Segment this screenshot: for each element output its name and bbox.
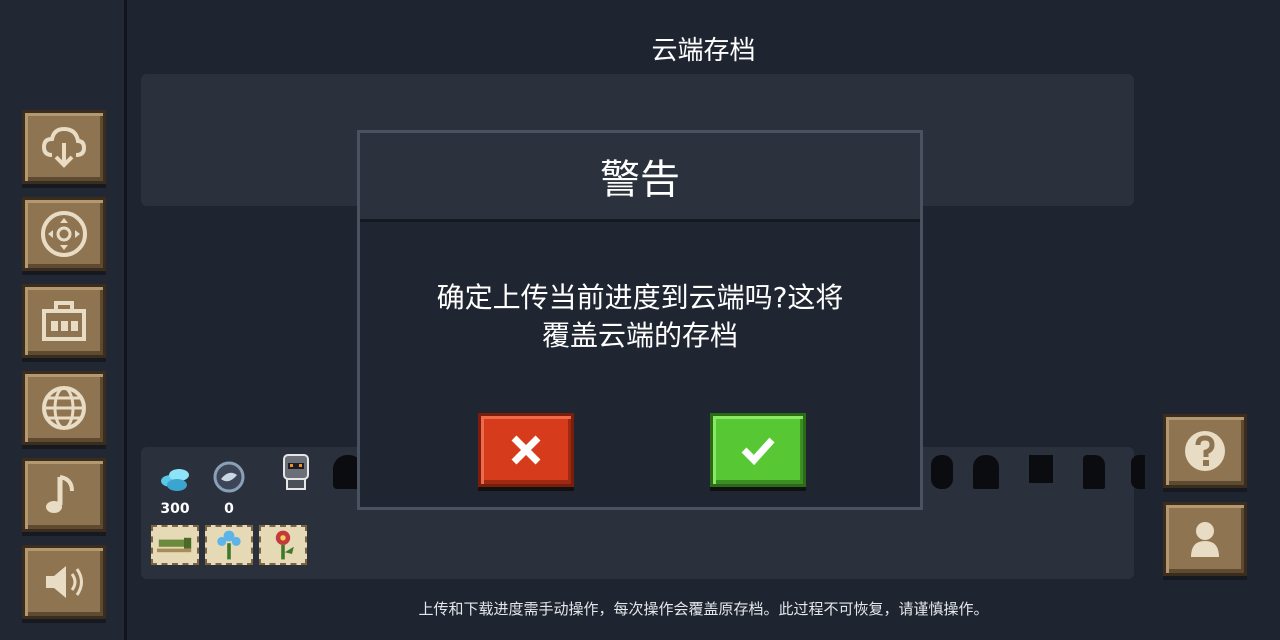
- token-count: 0: [224, 501, 234, 517]
- help-icon: [1185, 431, 1225, 471]
- locked-character-silhouette: [1131, 455, 1145, 489]
- plant-card: [259, 525, 307, 565]
- sound-button[interactable]: [22, 545, 106, 619]
- dialog-message-line: 覆盖云端的存档: [541, 319, 738, 352]
- toolbox-button[interactable]: [22, 284, 106, 358]
- fish-token-icon: [213, 461, 245, 493]
- gem-count: 300: [160, 501, 190, 517]
- controls-button[interactable]: [22, 197, 106, 271]
- locked-character-silhouette: [1083, 455, 1105, 489]
- speaker-icon: [46, 566, 83, 598]
- page-title: 云端存档: [651, 36, 756, 66]
- gem-counter: 300: [155, 459, 195, 517]
- sidebar: [0, 0, 127, 640]
- dialog-title: 警告: [600, 157, 680, 203]
- toolbox-icon: [42, 301, 86, 341]
- gem-icon: [161, 469, 189, 491]
- warning-dialog: 警告 确定上传当前进度到云端吗?这将 覆盖云端的存档: [357, 130, 923, 510]
- plant-card: [205, 525, 253, 565]
- profile-icon: [1191, 522, 1219, 557]
- warning-notice: 上传和下载进度需手动操作，每次操作会覆盖原存档。此过程不可恢复，请谨慎操作。: [418, 600, 989, 618]
- cloud-save-button[interactable]: [22, 110, 106, 184]
- locked-character-silhouette: [931, 455, 953, 489]
- dialog-message-line: 确定上传当前进度到云端吗?这将: [436, 281, 844, 314]
- cloud-download-icon: [41, 126, 87, 168]
- globe-icon: [42, 386, 86, 430]
- check-icon: [741, 437, 775, 466]
- dialog-header: 警告: [360, 133, 920, 222]
- cannon-plant-icon: [157, 537, 192, 553]
- cancel-button[interactable]: [478, 413, 574, 487]
- plant-card: [151, 525, 199, 565]
- character-icon: [283, 454, 309, 490]
- locked-character-silhouette: [1029, 455, 1053, 483]
- locked-character-silhouette: [973, 455, 999, 489]
- help-button[interactable]: [1163, 414, 1247, 488]
- x-icon: [511, 435, 541, 465]
- confirm-button[interactable]: [710, 413, 806, 487]
- profile-button[interactable]: [1163, 502, 1247, 576]
- dialog-message: 确定上传当前进度到云端吗?这将 覆盖云端的存档: [380, 279, 900, 355]
- dpad-icon: [41, 211, 87, 257]
- music-button[interactable]: [22, 458, 106, 532]
- language-button[interactable]: [22, 371, 106, 445]
- red-flower-icon: [275, 530, 294, 560]
- blue-flower-icon: [217, 530, 241, 560]
- music-note-icon: [46, 475, 74, 513]
- token-counter: 0: [209, 459, 249, 517]
